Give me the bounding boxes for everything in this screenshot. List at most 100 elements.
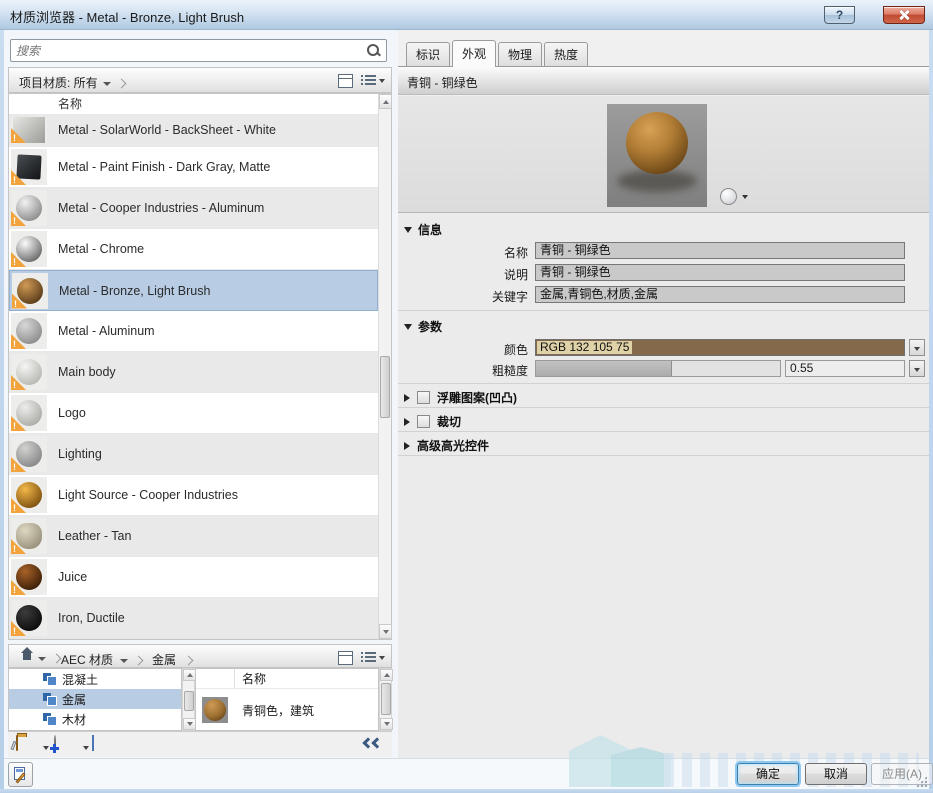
material-row[interactable]: Metal - Paint Finish - Dark Gray, Matte: [9, 147, 378, 188]
tab-identity[interactable]: 标识: [406, 42, 450, 67]
info-section-header[interactable]: 信息: [404, 221, 442, 238]
search-box[interactable]: [10, 39, 387, 62]
field-input[interactable]: 青铜 - 铜绿色: [535, 264, 905, 281]
project-materials-label[interactable]: 项目材质: 所有: [19, 74, 125, 91]
create-material-button[interactable]: [54, 736, 56, 750]
color-dropdown-button[interactable]: [909, 339, 925, 356]
appearance-sections: 信息 名称青铜 - 铜绿色说明青铜 - 铜绿色关键字金属,青铜色,材质,金属 参…: [398, 213, 929, 758]
field-input[interactable]: 金属,青铜色,材质,金属: [535, 286, 905, 303]
material-row[interactable]: Logo: [9, 393, 378, 434]
chevron-down-icon: [38, 657, 46, 661]
tab-physical[interactable]: 物理: [498, 42, 542, 67]
material-swatch: [16, 523, 42, 549]
home-button[interactable]: [19, 651, 60, 665]
material-row[interactable]: Juice: [9, 557, 378, 598]
material-thumbnail: [202, 697, 228, 723]
breadcrumb-segment[interactable]: 金属: [152, 653, 176, 667]
tree-item[interactable]: 混凝土: [9, 669, 181, 689]
titlebar[interactable]: 材质浏览器 - Metal - Bronze, Light Brush ?: [0, 0, 933, 30]
materials-list-header[interactable]: 名称: [9, 94, 378, 114]
manage-library-button[interactable]: [16, 736, 18, 750]
asset-editor-toggle-button[interactable]: [8, 762, 33, 787]
materials-list: 名称 Metal - SolarWorld - BackSheet - Whit…: [8, 93, 392, 640]
preview-pane-icon[interactable]: [338, 651, 353, 665]
list-view-icon[interactable]: [361, 74, 376, 88]
project-materials-bar[interactable]: 项目材质: 所有: [8, 67, 392, 93]
material-row[interactable]: Main body: [9, 352, 378, 393]
material-row[interactable]: Metal - SolarWorld - BackSheet - White: [9, 114, 378, 147]
breadcrumb-chevron-icon: [52, 654, 62, 664]
preview-pane-icon[interactable]: [338, 74, 353, 88]
section-checkbox[interactable]: [417, 415, 430, 428]
material-row[interactable]: Leather - Tan: [9, 516, 378, 557]
collapsed-section[interactable]: 浮雕图案(凹凸): [398, 384, 929, 408]
chevron-down-icon[interactable]: [379, 79, 385, 83]
collapse-library-button[interactable]: [364, 738, 382, 750]
window-border-right: [929, 30, 933, 793]
breadcrumb-segment[interactable]: AEC 材质: [61, 653, 113, 667]
params-section-header[interactable]: 参数: [404, 318, 442, 335]
material-thumbnail: [11, 559, 47, 595]
material-thumbnail: [12, 273, 48, 309]
roughness-value[interactable]: 0.55: [785, 360, 905, 377]
material-row[interactable]: Metal - Bronze, Light Brush: [9, 270, 378, 311]
tab-appearance[interactable]: 外观: [452, 40, 496, 67]
material-swatch: [16, 605, 42, 631]
library-table-scrollbar[interactable]: [379, 668, 392, 731]
open-asset-browser-button[interactable]: [92, 736, 94, 750]
material-thumbnail: [11, 436, 47, 472]
material-swatch: [16, 400, 42, 426]
material-name: Iron, Ductile: [58, 611, 125, 625]
library-table-row[interactable]: 青铜色，建筑: [196, 689, 378, 731]
manage-library-dropdown[interactable]: [40, 740, 49, 754]
color-swatch[interactable]: RGB 132 105 75: [535, 339, 905, 356]
library-table-header[interactable]: 名称: [196, 669, 378, 689]
tab-thermal[interactable]: 热度: [544, 42, 588, 67]
material-swatch: [16, 359, 42, 385]
roughness-dropdown-button[interactable]: [909, 360, 925, 377]
help-button[interactable]: ?: [824, 6, 855, 24]
list-view-icon[interactable]: [361, 651, 376, 665]
close-button[interactable]: [883, 6, 925, 24]
chevron-down-icon[interactable]: [742, 195, 748, 199]
scrollbar-thumb[interactable]: [380, 356, 390, 418]
info-field-row: 名称青铜 - 铜绿色: [398, 242, 929, 259]
separator: [398, 310, 929, 311]
info-field-row: 关键字金属,青铜色,材质,金属: [398, 286, 929, 303]
material-preview-area: [398, 96, 929, 213]
tree-item-label: 金属: [62, 691, 86, 708]
preview-scene-button[interactable]: [720, 188, 737, 205]
ok-button[interactable]: 确定: [737, 763, 799, 785]
cancel-button[interactable]: 取消: [805, 763, 867, 785]
scroll-up-button[interactable]: [379, 94, 392, 109]
material-row[interactable]: Lighting: [9, 434, 378, 475]
search-input[interactable]: [16, 41, 361, 60]
library-toolbar: [8, 731, 392, 757]
chevron-down-icon: [120, 659, 128, 663]
material-row[interactable]: Metal - Aluminum: [9, 311, 378, 352]
create-material-dropdown[interactable]: [80, 740, 89, 754]
material-row[interactable]: Light Source - Cooper Industries: [9, 475, 378, 516]
material-swatch: [16, 195, 42, 221]
category-icon: [43, 673, 56, 685]
collapsed-section[interactable]: 高级高光控件: [398, 432, 929, 456]
tree-item[interactable]: 木材: [9, 709, 181, 729]
section-checkbox[interactable]: [417, 391, 430, 404]
field-input[interactable]: 青铜 - 铜绿色: [535, 242, 905, 259]
chevron-down-icon[interactable]: [379, 656, 385, 660]
tree-item[interactable]: 金属: [9, 689, 181, 709]
editor-tabs: 标识外观物理热度: [406, 40, 590, 66]
material-row[interactable]: Metal - Cooper Industries - Aluminum: [9, 188, 378, 229]
materials-scrollbar[interactable]: [378, 94, 391, 639]
section-label: 高级高光控件: [417, 437, 489, 454]
collapsed-section[interactable]: 裁切: [398, 408, 929, 432]
library-tree-scrollbar[interactable]: [182, 668, 195, 731]
material-row[interactable]: Iron, Ductile: [9, 598, 378, 639]
chevron-down-icon: [103, 82, 111, 86]
section-label: 浮雕图案(凹凸): [437, 389, 517, 406]
material-row[interactable]: Metal - Chrome: [9, 229, 378, 270]
scroll-down-button[interactable]: [379, 624, 392, 639]
list-view-controls: [338, 73, 385, 88]
roughness-slider[interactable]: [535, 360, 781, 377]
material-preview-thumbnail[interactable]: [607, 104, 707, 207]
